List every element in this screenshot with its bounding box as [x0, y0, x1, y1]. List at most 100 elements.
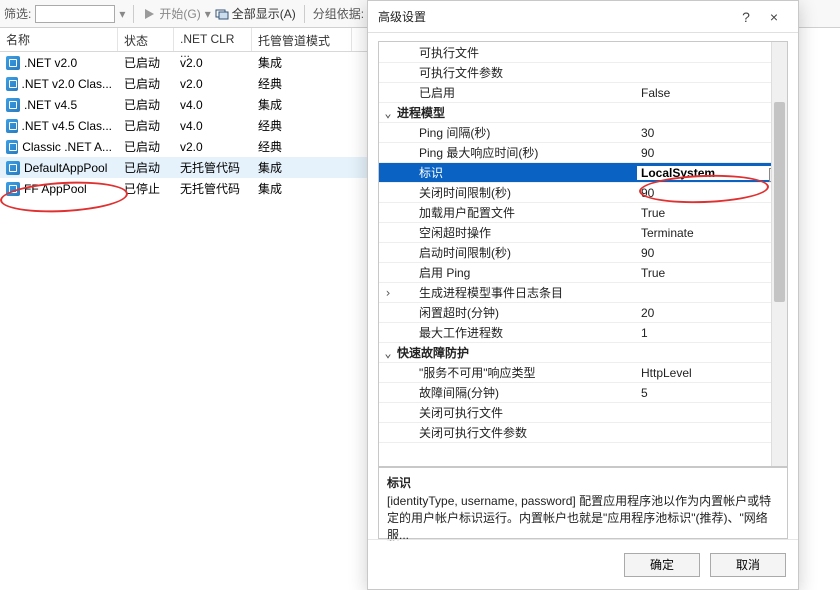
table-row[interactable]: Classic .NET A...已启动v2.0经典 — [0, 136, 370, 157]
col-pipe[interactable]: 托管管道模式 — [252, 28, 352, 51]
dialog-titlebar: 高级设置 ? × — [368, 1, 798, 33]
property-row[interactable]: 闲置超时(分钟)20 — [379, 303, 787, 323]
pool-name: DefaultAppPool — [24, 161, 107, 175]
show-all-button[interactable]: 全部显示(A) — [215, 5, 296, 22]
property-value: HttpLevel — [637, 366, 787, 380]
filter-input[interactable] — [35, 5, 115, 23]
expand-icon[interactable]: › — [379, 286, 397, 300]
app-pool-icon — [6, 56, 20, 70]
property-key: 关闭可执行文件参数 — [397, 424, 637, 441]
pool-name: Classic .NET A... — [22, 140, 112, 154]
property-key: 可执行文件 — [397, 44, 637, 61]
table-row[interactable]: .NET v2.0 Clas... 已启动v2.0经典 — [0, 73, 370, 94]
property-value: 90 — [637, 186, 787, 200]
property-key: Ping 最大响应时间(秒) — [397, 144, 637, 161]
filter-dropdown-icon[interactable]: ▾ — [119, 7, 125, 21]
property-category[interactable]: ⌄进程模型 — [379, 103, 787, 123]
property-value: 90 — [637, 146, 787, 160]
property-row[interactable]: 关闭可执行文件 — [379, 403, 787, 423]
start-dropdown-icon[interactable]: ▾ — [205, 7, 211, 21]
property-row[interactable]: Ping 间隔(秒)30 — [379, 123, 787, 143]
property-row[interactable]: 关闭时间限制(秒)90 — [379, 183, 787, 203]
property-key: 快速故障防护 — [397, 344, 637, 361]
property-row[interactable]: 启用 PingTrue — [379, 263, 787, 283]
cancel-button[interactable]: 取消 — [710, 553, 786, 577]
pool-name: .NET v4.5 Clas... — [22, 119, 112, 133]
help-button[interactable]: ? — [732, 9, 760, 25]
property-key: 闲置超时(分钟) — [397, 304, 637, 321]
col-clr[interactable]: .NET CLR ... — [174, 28, 252, 51]
app-pool-icon — [6, 77, 18, 91]
property-key: 故障间隔(分钟) — [397, 384, 637, 401]
scroll-thumb[interactable] — [774, 102, 785, 302]
property-row[interactable]: 最大工作进程数1 — [379, 323, 787, 343]
description-panel: 标识 [identityType, username, password] 配置… — [378, 467, 788, 539]
advanced-settings-dialog: 高级设置 ? × 可执行文件可执行文件参数已启用False⌄进程模型Ping 间… — [367, 0, 799, 590]
pool-pipeline: 集成 — [252, 54, 352, 71]
property-category[interactable]: ⌄快速故障防护 — [379, 343, 787, 363]
close-button[interactable]: × — [760, 9, 788, 25]
property-value: 90 — [637, 246, 787, 260]
property-value[interactable]: LocalSystem... — [637, 166, 787, 180]
property-row[interactable]: 标识LocalSystem... — [379, 163, 787, 183]
pool-status: 已启动 — [118, 75, 174, 92]
pool-clr: v4.0 — [174, 119, 252, 133]
table-row[interactable]: .NET v2.0已启动v2.0集成 — [0, 52, 370, 73]
property-key: 加载用户配置文件 — [397, 204, 637, 221]
col-status[interactable]: 状态 — [118, 28, 174, 51]
showall-icon — [215, 7, 229, 21]
table-row[interactable]: DefaultAppPool已启动无托管代码集成 — [0, 157, 370, 178]
property-key: 进程模型 — [397, 104, 637, 121]
pool-status: 已启动 — [118, 159, 174, 176]
pool-clr: 无托管代码 — [174, 159, 252, 176]
pool-status: 已启动 — [118, 138, 174, 155]
property-key: 最大工作进程数 — [397, 324, 637, 341]
property-row[interactable]: 空闲超时操作Terminate — [379, 223, 787, 243]
property-value: False — [637, 86, 787, 100]
property-key: 可执行文件参数 — [397, 64, 637, 81]
pool-name: .NET v2.0 — [24, 56, 77, 70]
property-value: 20 — [637, 306, 787, 320]
property-row[interactable]: 关闭可执行文件参数 — [379, 423, 787, 443]
show-all-label: 全部显示(A) — [232, 5, 296, 22]
pool-clr: v4.0 — [174, 98, 252, 112]
property-row[interactable]: 可执行文件参数 — [379, 63, 787, 83]
table-row[interactable]: .NET v4.5 已启动v4.0集成 — [0, 94, 370, 115]
app-pool-icon — [6, 140, 18, 154]
pool-clr: v2.0 — [174, 77, 252, 91]
property-row[interactable]: 启动时间限制(秒)90 — [379, 243, 787, 263]
table-row[interactable]: .NET v4.5 Clas...已启动v4.0经典 — [0, 115, 370, 136]
pool-pipeline: 集成 — [252, 96, 352, 113]
property-row[interactable]: ›生成进程模型事件日志条目 — [379, 283, 787, 303]
property-row[interactable]: 故障间隔(分钟)5 — [379, 383, 787, 403]
scrollbar[interactable] — [771, 42, 787, 466]
col-name[interactable]: 名称 — [0, 28, 118, 51]
list-header: 名称 状态 .NET CLR ... 托管管道模式 — [0, 28, 370, 52]
property-key: Ping 间隔(秒) — [397, 124, 637, 141]
pool-status: 已启动 — [118, 96, 174, 113]
dialog-title: 高级设置 — [378, 8, 732, 25]
pool-name: .NET v2.0 Clas... — [22, 77, 112, 91]
app-pool-icon — [6, 119, 18, 133]
pool-pipeline: 集成 — [252, 180, 352, 197]
property-key: 空闲超时操作 — [397, 224, 637, 241]
app-pool-icon — [6, 98, 20, 112]
property-row[interactable]: Ping 最大响应时间(秒)90 — [379, 143, 787, 163]
start-button[interactable]: 开始(G) — [142, 5, 200, 22]
ok-button[interactable]: 确定 — [624, 553, 700, 577]
expand-icon[interactable]: ⌄ — [379, 346, 397, 360]
property-key: 已启用 — [397, 84, 637, 101]
expand-icon[interactable]: ⌄ — [379, 106, 397, 120]
property-grid[interactable]: 可执行文件可执行文件参数已启用False⌄进程模型Ping 间隔(秒)30Pin… — [378, 41, 788, 467]
property-value: Terminate — [637, 226, 787, 240]
pool-pipeline: 经典 — [252, 75, 352, 92]
app-pool-list: 名称 状态 .NET CLR ... 托管管道模式 .NET v2.0已启动v2… — [0, 28, 370, 590]
property-row[interactable]: "服务不可用"响应类型HttpLevel — [379, 363, 787, 383]
pool-name: .NET v4.5 — [24, 98, 77, 112]
property-value: 30 — [637, 126, 787, 140]
property-row[interactable]: 可执行文件 — [379, 43, 787, 63]
property-row[interactable]: 加载用户配置文件True — [379, 203, 787, 223]
pool-status: 已启动 — [118, 117, 174, 134]
description-text: [identityType, username, password] 配置应用程… — [387, 493, 779, 543]
property-row[interactable]: 已启用False — [379, 83, 787, 103]
